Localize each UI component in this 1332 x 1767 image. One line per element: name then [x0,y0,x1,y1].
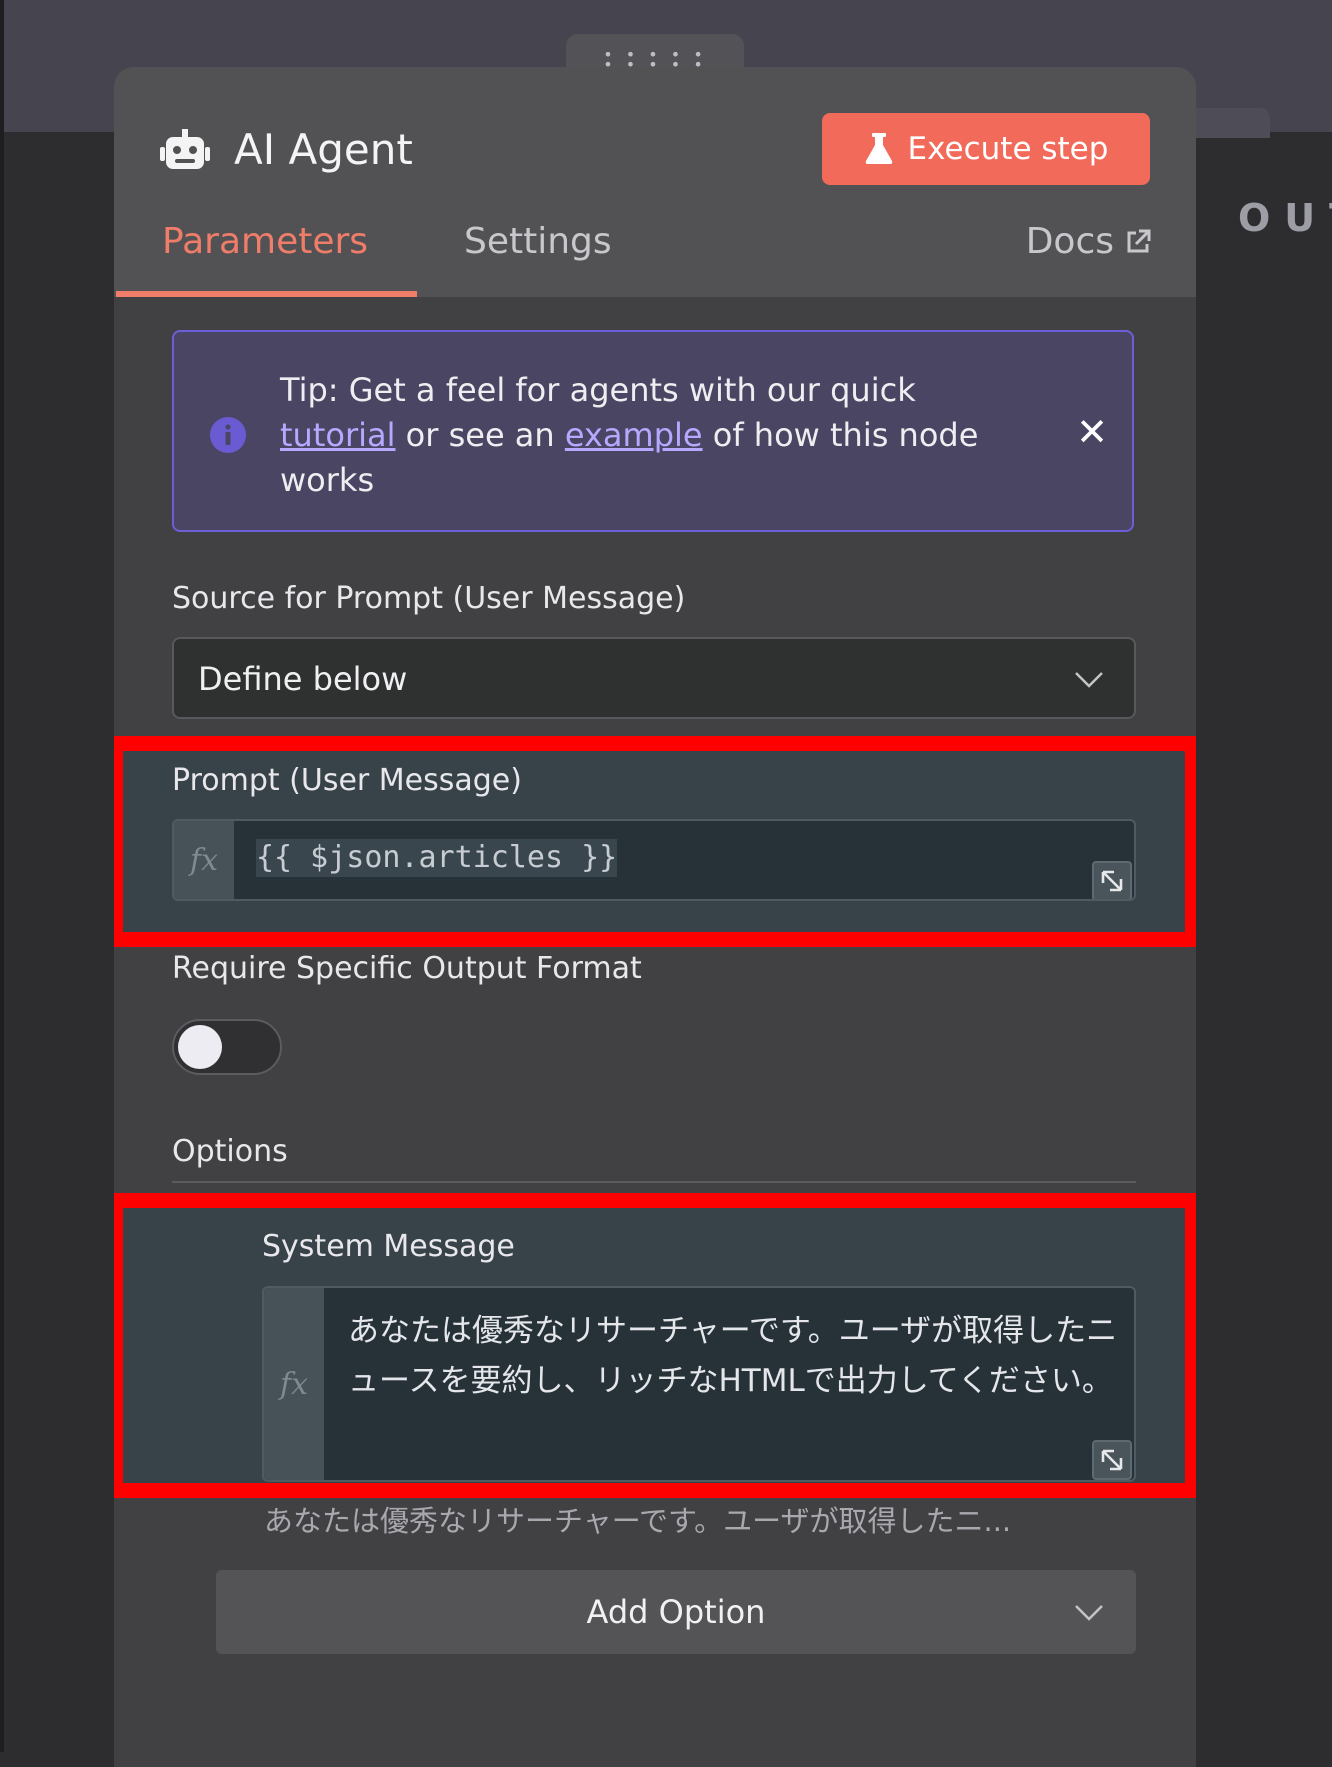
add-option-button[interactable]: Add Option [216,1570,1136,1654]
prompt-label: Prompt (User Message) [172,763,522,798]
tip-callout: Tip: Get a feel for agents with our quic… [172,330,1134,532]
example-link[interactable]: example [565,416,703,454]
options-heading: Options [172,1134,288,1169]
add-option-label: Add Option [586,1593,766,1631]
close-icon[interactable]: ✕ [1074,412,1110,452]
tip-text-middle: or see an [395,416,565,454]
tip-text: Tip: Get a feel for agents with our quic… [280,368,1000,503]
active-tab-indicator [116,291,417,297]
system-message-text: あなたは優秀なリサーチャーです。ユーザが取得したニュースを要約し、リッチなHTM… [348,1313,1118,1399]
source-prompt-select[interactable]: Define below [172,637,1136,719]
tab-settings[interactable]: Settings [464,217,612,267]
chevron-down-icon [1075,1605,1103,1621]
prompt-input[interactable]: fx {{ $json.articles }} [172,819,1136,901]
output-format-toggle[interactable] [172,1019,282,1075]
panel-header: AI Agent Execute step Parameters Setting… [114,67,1196,297]
system-message-input[interactable]: fx あなたは優秀なリサーチャーです。ユーザが取得したニュースを要約し、リッチな… [262,1286,1136,1482]
fx-icon: fx [174,821,234,899]
robot-icon [160,129,210,169]
execute-step-button[interactable]: Execute step [822,113,1150,185]
docs-label: Docs [1025,221,1114,262]
info-icon [210,417,246,453]
prompt-expression: {{ $json.articles }} [256,839,618,877]
expand-icon[interactable] [1092,1440,1132,1480]
fx-icon: fx [264,1288,324,1480]
tutorial-link[interactable]: tutorial [280,416,396,454]
options-divider [172,1181,1136,1183]
external-link-icon [1127,229,1151,253]
expand-icon[interactable] [1092,861,1132,899]
execute-step-label: Execute step [907,131,1109,167]
source-prompt-value: Define below [198,660,408,698]
output-panel-label: OUT [1238,196,1332,240]
window-edge [0,0,4,1752]
source-prompt-label: Source for Prompt (User Message) [172,581,686,616]
tip-text-prefix: Tip: Get a feel for agents with our quic… [280,371,916,409]
system-message-hint: あなたは優秀なリサーチャーです。ユーザが取得したニ... [264,1504,1012,1538]
node-details-panel: AI Agent Execute step Parameters Setting… [114,67,1196,1767]
flask-icon [865,133,892,164]
tab-parameters[interactable]: Parameters [162,217,368,267]
system-message-label: System Message [262,1229,515,1264]
output-format-label: Require Specific Output Format [172,951,642,986]
node-title: AI Agent [234,125,413,174]
chevron-down-icon [1075,672,1103,688]
docs-link[interactable]: Docs [1026,217,1152,267]
toggle-knob [178,1025,222,1069]
